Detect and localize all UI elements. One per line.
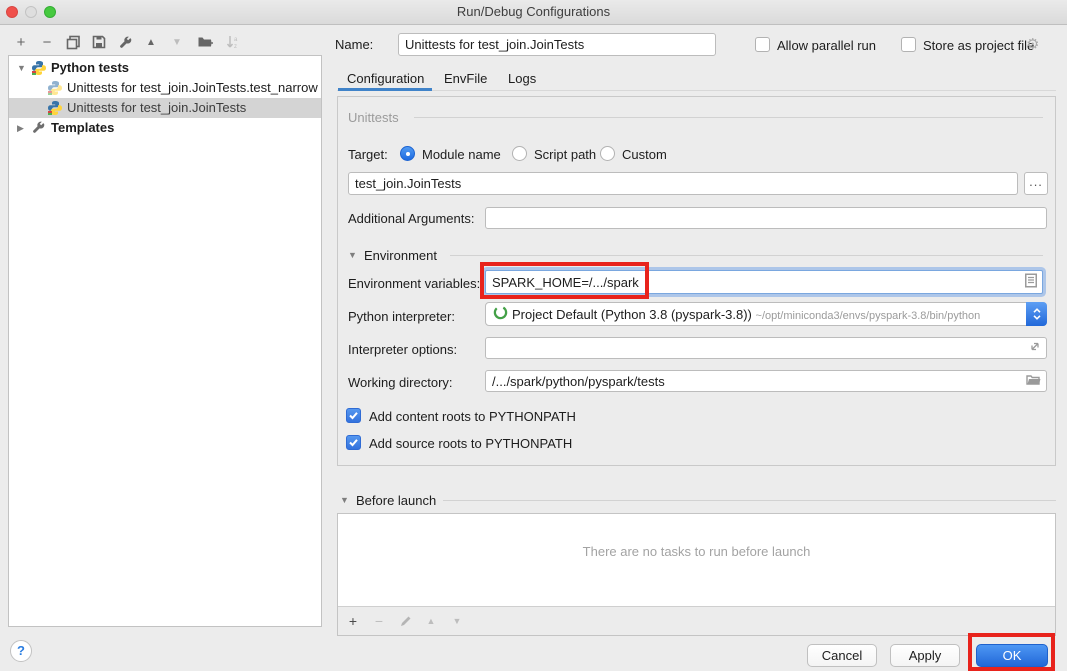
before-launch-task-list: There are no tasks to run before launch …	[337, 513, 1056, 636]
add-task-icon[interactable]: +	[344, 612, 362, 630]
additional-arguments-input[interactable]	[486, 208, 1046, 228]
configuration-panel: Unittests Target: Module name Script pat…	[337, 96, 1056, 466]
radio-module-name[interactable]	[400, 146, 415, 161]
before-launch-collapse-icon[interactable]: ▼	[340, 495, 349, 505]
add-content-roots-label: Add content roots to PYTHONPATH	[369, 409, 576, 424]
cancel-button[interactable]: Cancel	[807, 644, 877, 667]
interpreter-options-input[interactable]	[486, 338, 1046, 358]
unittests-section-title: Unittests	[348, 110, 399, 125]
svg-text:z: z	[234, 44, 237, 50]
edit-templates-wrench-icon[interactable]	[116, 33, 134, 51]
tab-logs[interactable]: Logs	[508, 71, 536, 86]
add-content-roots-checkbox[interactable]	[346, 408, 361, 423]
section-divider	[414, 117, 1043, 118]
radio-custom[interactable]	[600, 146, 615, 161]
python-interpreter-label: Python interpreter:	[348, 309, 455, 324]
environment-variables-label: Environment variables:	[348, 276, 480, 291]
radio-custom-label: Custom	[622, 147, 667, 162]
tab-configuration[interactable]: Configuration	[347, 71, 424, 86]
collapse-icon[interactable]: ▼	[17, 58, 29, 78]
save-configuration-icon[interactable]	[90, 33, 108, 51]
expand-icon[interactable]: ▶	[17, 118, 29, 138]
remove-configuration-icon[interactable]: −	[38, 33, 56, 51]
svg-text:a: a	[234, 37, 238, 43]
interpreter-options-field-wrap	[485, 337, 1047, 359]
additional-arguments-label: Additional Arguments:	[348, 211, 474, 226]
radio-module-name-label: Module name	[422, 147, 501, 162]
remove-task-icon: −	[370, 612, 388, 630]
python-test-icon	[47, 100, 63, 116]
name-label: Name:	[335, 37, 373, 52]
python-tests-icon	[31, 60, 47, 76]
move-task-down-icon: ▼	[448, 612, 466, 630]
before-launch-title: Before launch	[356, 493, 436, 508]
tree-item-label: Python tests	[51, 58, 129, 78]
expand-field-icon[interactable]	[1029, 341, 1041, 356]
working-directory-input[interactable]	[486, 371, 1046, 391]
additional-arguments-field-wrap	[485, 207, 1047, 229]
section-divider	[443, 500, 1056, 501]
tree-item-test-narrow[interactable]: Unittests for test_join.JoinTests.test_n…	[9, 78, 321, 98]
move-task-up-icon: ▲	[422, 612, 440, 630]
tree-item-templates[interactable]: ▶ Templates	[9, 118, 321, 138]
environment-section-title: Environment	[364, 248, 437, 263]
allow-parallel-run-label: Allow parallel run	[777, 38, 876, 53]
environment-collapse-icon[interactable]: ▼	[348, 250, 357, 260]
tree-item-label: Templates	[51, 118, 114, 138]
edit-variables-icon[interactable]	[1025, 274, 1037, 291]
tree-item-label: Unittests for test_join.JoinTests	[67, 98, 246, 118]
combobox-stepper-icon[interactable]	[1026, 302, 1047, 326]
sort-configurations-icon: az	[224, 33, 242, 51]
help-button[interactable]: ?	[10, 640, 32, 662]
working-directory-label: Working directory:	[348, 375, 453, 390]
apply-button[interactable]: Apply	[890, 644, 960, 667]
section-divider	[450, 255, 1043, 256]
browse-target-button[interactable]: ...	[1024, 172, 1048, 195]
tree-item-jointests-selected[interactable]: Unittests for test_join.JoinTests	[9, 98, 321, 118]
tab-envfile[interactable]: EnvFile	[444, 71, 487, 86]
radio-script-path[interactable]	[512, 146, 527, 161]
interpreter-name: Project Default (Python 3.8 (pyspark-3.8…	[512, 307, 752, 322]
target-field-wrap	[348, 172, 1018, 195]
gear-icon[interactable]: ⚙	[1026, 35, 1039, 53]
task-list-toolbar: + − ▲ ▼	[338, 606, 1055, 635]
window-title: Run/Debug Configurations	[0, 0, 1067, 24]
environment-variables-field-wrap	[485, 270, 1043, 294]
configurations-tree: ▼ Python tests Unittests for test_join.J…	[8, 55, 322, 627]
radio-script-path-label: Script path	[534, 147, 596, 162]
add-source-roots-label: Add source roots to PYTHONPATH	[369, 436, 572, 451]
add-configuration-icon[interactable]: +	[12, 33, 30, 51]
tree-item-python-tests[interactable]: ▼ Python tests	[9, 58, 321, 78]
python-interpreter-combobox[interactable]: Project Default (Python 3.8 (pyspark-3.8…	[485, 302, 1047, 326]
store-as-project-file-label: Store as project file	[923, 38, 1034, 53]
move-up-icon[interactable]: ▲	[142, 33, 160, 51]
add-source-roots-checkbox[interactable]	[346, 435, 361, 450]
tree-item-label: Unittests for test_join.JoinTests.test_n…	[67, 78, 318, 98]
copy-configuration-icon[interactable]	[64, 33, 82, 51]
move-down-icon: ▼	[168, 33, 186, 51]
allow-parallel-run-checkbox[interactable]	[755, 37, 770, 52]
python-test-icon	[47, 80, 63, 96]
target-input[interactable]	[349, 173, 1017, 194]
templates-wrench-icon	[31, 120, 47, 136]
empty-task-list-message: There are no tasks to run before launch	[338, 544, 1055, 559]
store-as-project-file-checkbox[interactable]	[901, 37, 916, 52]
edit-task-icon	[396, 612, 414, 630]
folder-icon[interactable]	[1026, 374, 1041, 389]
name-field-wrap	[398, 33, 716, 56]
conda-environment-icon	[493, 305, 508, 323]
target-label: Target:	[348, 147, 388, 162]
interpreter-options-label: Interpreter options:	[348, 342, 457, 357]
interpreter-path: ~/opt/miniconda3/envs/pyspark-3.8/bin/py…	[756, 310, 981, 322]
active-tab-indicator	[338, 88, 432, 91]
tab-strip-divider	[337, 90, 1056, 91]
name-input[interactable]	[399, 34, 715, 55]
run-debug-configurations-dialog: Run/Debug Configurations + − ▲ ▼ az ▼ Py…	[0, 0, 1067, 671]
environment-variables-input[interactable]	[486, 271, 1042, 293]
working-directory-field-wrap	[485, 370, 1047, 392]
title-bar: Run/Debug Configurations	[0, 0, 1067, 25]
new-folder-icon[interactable]	[196, 33, 214, 51]
ok-button[interactable]: OK	[976, 644, 1048, 667]
